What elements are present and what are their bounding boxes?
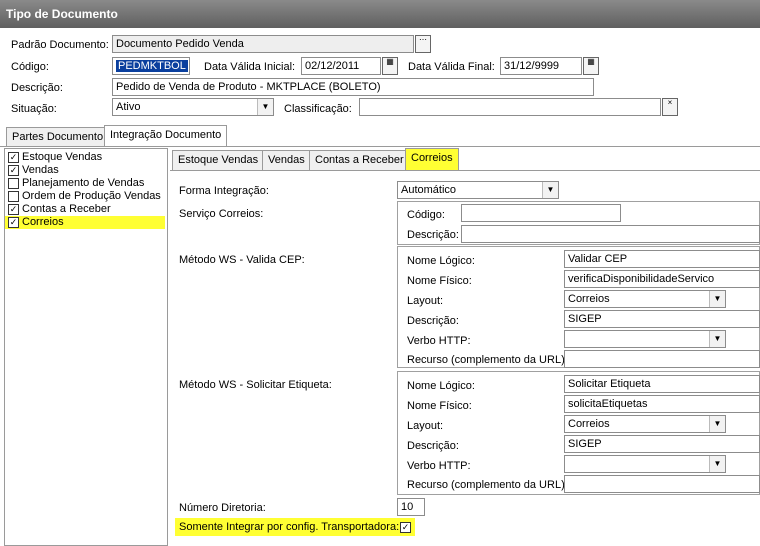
classificacao-label: Classificação: (284, 103, 352, 115)
data-final-calendar-button[interactable]: ▦ (583, 57, 599, 75)
checkmark-icon[interactable]: ✓ (8, 203, 19, 215)
calendar-icon: ▦ (587, 57, 595, 66)
numero-diretoria-label: Número Diretoria: (179, 502, 266, 514)
checkbox-empty[interactable] (8, 177, 19, 189)
data-inicial-field[interactable]: 02/12/2011 (301, 57, 381, 75)
tree-item-contas-receber[interactable]: ✓ Contas a Receber (5, 203, 167, 216)
forma-integracao-value: Automático (401, 184, 457, 196)
descricao-field[interactable]: Pedido de Venda de Produto - MKTPLACE (B… (112, 78, 594, 96)
checkbox-empty[interactable] (8, 190, 19, 202)
data-inicial-calendar-button[interactable]: ▦ (382, 57, 398, 75)
dropdown-arrow-icon[interactable]: ▼ (542, 182, 558, 198)
tree-item-correios[interactable]: ✓ Correios (5, 216, 165, 229)
checkmark-icon[interactable]: ✓ (8, 151, 19, 163)
data-final-field[interactable]: 31/12/9999 (500, 57, 582, 75)
tab-divider (0, 146, 760, 147)
classificacao-field[interactable] (359, 98, 661, 116)
numero-diretoria-field[interactable]: 10 (397, 498, 425, 516)
etiqueta-nome-fisico-label: Nome Físico: (407, 400, 472, 412)
dropdown-arrow-icon[interactable]: ▼ (709, 331, 725, 347)
cep-recurso-field[interactable] (564, 350, 760, 368)
forma-integracao-select[interactable]: Automático ▼ (397, 181, 559, 199)
tab-integracao-documento[interactable]: Integração Documento (104, 125, 228, 147)
padrao-lookup-button[interactable]: ⋯ (415, 35, 431, 53)
cep-layout-select[interactable]: Correios ▼ (564, 290, 726, 308)
etiqueta-descricao-field[interactable]: SIGEP (564, 435, 760, 453)
servico-descricao-field[interactable] (461, 225, 760, 243)
calendar-icon: ▦ (386, 57, 394, 66)
subtab-correios[interactable]: Correios (405, 148, 459, 170)
situacao-value: Ativo (116, 101, 141, 113)
tree-item-ordem-producao-vendas[interactable]: Ordem de Produção Vendas (5, 190, 167, 203)
etiqueta-descricao-label: Descrição: (407, 440, 459, 452)
cep-nome-logico-label: Nome Lógico: (407, 255, 475, 267)
servico-descricao-label: Descrição: (407, 229, 459, 241)
forma-integracao-label: Forma Integração: (179, 185, 269, 197)
metodo-etiqueta-label: Método WS - Solicitar Etiqueta: (179, 379, 332, 391)
ellipsis-icon: ⋯ (419, 35, 427, 44)
subtab-estoque-vendas[interactable]: Estoque Vendas (172, 150, 265, 170)
tree-item-estoque-vendas[interactable]: ✓ Estoque Vendas (5, 151, 167, 164)
checkmark-icon[interactable]: ✓ (8, 216, 19, 228)
etiqueta-recurso-label: Recurso (complemento da URL): (407, 479, 568, 491)
data-final-label: Data Válida Final: (408, 61, 495, 73)
subtab-contas-receber[interactable]: Contas a Receber (309, 150, 410, 170)
dropdown-arrow-icon[interactable]: ▼ (709, 416, 725, 432)
etiqueta-layout-select[interactable]: Correios ▼ (564, 415, 726, 433)
servico-codigo-label: Código: (407, 209, 445, 221)
cep-nome-fisico-field[interactable]: verificaDisponibilidadeServico (564, 270, 760, 288)
codigo-label: Código: (11, 61, 49, 73)
tree-item-vendas[interactable]: ✓ Vendas (5, 164, 167, 177)
etiqueta-recurso-field[interactable] (564, 475, 760, 493)
cep-recurso-label: Recurso (complemento da URL): (407, 354, 568, 366)
somente-integrar-checkbox[interactable]: ✓ (400, 521, 414, 533)
checkmark-icon[interactable]: ✓ (8, 164, 19, 176)
subtab-divider (170, 170, 760, 171)
cep-nome-logico-field[interactable]: Validar CEP (564, 250, 760, 268)
metodo-cep-label: Método WS - Valida CEP: (179, 254, 305, 266)
classificacao-lookup-button[interactable]: × (662, 98, 678, 116)
etiqueta-verbo-select[interactable]: ▼ (564, 455, 726, 473)
tab-partes-documento[interactable]: Partes Documento (6, 127, 110, 147)
cep-descricao-field[interactable]: SIGEP (564, 310, 760, 328)
situacao-label: Situação: (11, 103, 57, 115)
cep-layout-label: Layout: (407, 295, 444, 307)
servico-correios-label: Serviço Correios: (179, 208, 264, 220)
tree-item-planejamento-vendas[interactable]: Planejamento de Vendas (5, 177, 167, 190)
dropdown-arrow-icon[interactable]: ▼ (709, 456, 725, 472)
situacao-select[interactable]: Ativo ▼ (112, 98, 274, 116)
somente-integrar-label: Somente Integrar por config. Transportad… (179, 521, 400, 533)
cep-verbo-label: Verbo HTTP: (407, 335, 471, 347)
subtab-vendas[interactable]: Vendas (262, 150, 311, 170)
data-inicial-label: Data Válida Inicial: (204, 61, 296, 73)
dropdown-arrow-icon[interactable]: ▼ (257, 99, 273, 115)
servico-codigo-field[interactable] (461, 204, 621, 222)
cep-descricao-label: Descrição: (407, 315, 459, 327)
descricao-label: Descrição: (11, 82, 63, 94)
checkmark-icon[interactable]: ✓ (400, 521, 411, 533)
integration-tree: ✓ Estoque Vendas ✓ Vendas Planejamento de … (4, 148, 168, 546)
codigo-field[interactable]: PEDMKTBOL (112, 57, 190, 75)
etiqueta-layout-value: Correios (568, 418, 610, 430)
etiqueta-layout-label: Layout: (407, 420, 444, 432)
etiqueta-nome-fisico-field[interactable]: solicitaEtiquetas (564, 395, 760, 413)
padrao-documento-label: Padrão Documento: (11, 39, 109, 51)
padrao-documento-field[interactable]: Documento Pedido Venda (112, 35, 414, 53)
dropdown-arrow-icon[interactable]: ▼ (709, 291, 725, 307)
cep-layout-value: Correios (568, 293, 610, 305)
etiqueta-verbo-label: Verbo HTTP: (407, 460, 471, 472)
cep-nome-fisico-label: Nome Físico: (407, 275, 472, 287)
cep-verbo-select[interactable]: ▼ (564, 330, 726, 348)
close-icon: × (667, 98, 673, 107)
window-title: Tipo de Documento (0, 0, 760, 28)
etiqueta-nome-logico-label: Nome Lógico: (407, 380, 475, 392)
etiqueta-nome-logico-field[interactable]: Solicitar Etiqueta (564, 375, 760, 393)
